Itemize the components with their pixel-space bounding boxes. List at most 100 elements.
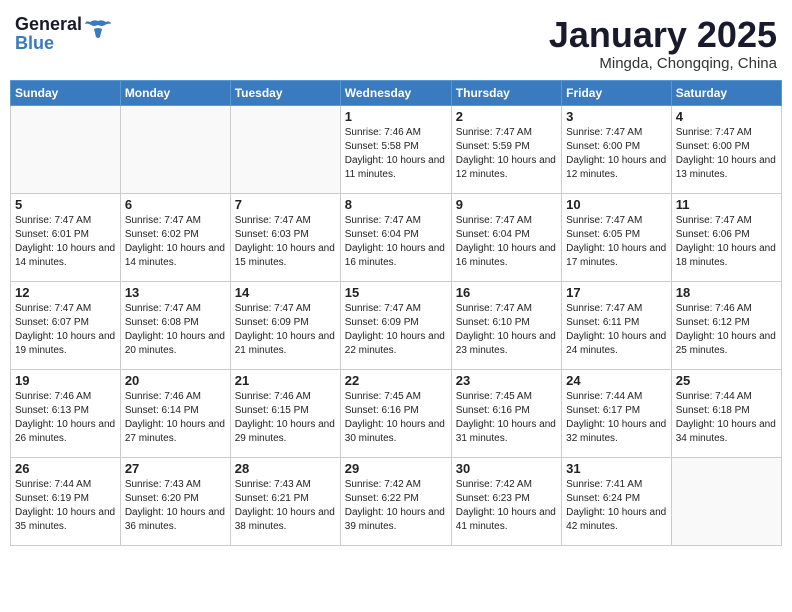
day-number: 22 xyxy=(345,373,447,388)
calendar-cell: 24Sunrise: 7:44 AM Sunset: 6:17 PM Dayli… xyxy=(562,369,672,457)
day-number: 10 xyxy=(566,197,667,212)
calendar-cell: 5 Sunrise: 7:47 AM Sunset: 6:01 PM Daylig… xyxy=(11,193,121,281)
title-block: January 2025 Mingda, Chongqing, China xyxy=(549,15,777,72)
day-info: Sunrise: 7:46 AM Sunset: 6:12 PM Dayligh… xyxy=(676,302,777,358)
calendar-cell: 15 Sunrise: 7:47 AM Sunset: 6:09 PM Dayli… xyxy=(340,281,451,369)
location-text: Mingda, Chongqing, China xyxy=(549,55,777,72)
day-info: Sunrise: 7:47 AM Sunset: 5:59 PM Dayligh… xyxy=(456,126,557,182)
day-info: Sunrise: 7:47 AM Sunset: 6:03 PM Dayligh… xyxy=(235,214,336,270)
weekday-header-row: SundayMondayTuesdayWednesdayThursdayFrid… xyxy=(11,80,782,105)
weekday-header-monday: Monday xyxy=(120,80,230,105)
day-info: Sunrise: 7:46 AM Sunset: 6:14 PM Dayligh… xyxy=(125,390,226,446)
day-info: Sunrise: 7:47 AM Sunset: 6:01 PM Dayligh… xyxy=(15,214,116,270)
day-info: Sunrise: 7:47 AM Sunset: 6:07 PM Dayligh… xyxy=(15,302,116,358)
day-number: 31 xyxy=(566,461,667,476)
day-number: 6 xyxy=(125,197,226,212)
day-info: Sunrise: 7:45 AM Sunset: 6:16 PM Dayligh… xyxy=(345,390,447,446)
calendar-cell: 31Sunrise: 7:41 AM Sunset: 6:24 PM Dayli… xyxy=(562,457,672,545)
calendar-cell: 23 Sunrise: 7:45 AM Sunset: 6:16 PM Dayli… xyxy=(451,369,561,457)
calendar-cell: 9 Sunrise: 7:47 AM Sunset: 6:04 PM Daylig… xyxy=(451,193,561,281)
day-number: 28 xyxy=(235,461,336,476)
day-info: Sunrise: 7:47 AM Sunset: 6:09 PM Dayligh… xyxy=(345,302,447,358)
day-number: 2 xyxy=(456,109,557,124)
day-number: 27 xyxy=(125,461,226,476)
day-info: Sunrise: 7:47 AM Sunset: 6:04 PM Dayligh… xyxy=(345,214,447,270)
day-info: Sunrise: 7:44 AM Sunset: 6:17 PM Dayligh… xyxy=(566,390,667,446)
day-number: 30 xyxy=(456,461,557,476)
calendar-cell: 16 Sunrise: 7:47 AM Sunset: 6:10 PM Dayli… xyxy=(451,281,561,369)
weekday-header-tuesday: Tuesday xyxy=(230,80,340,105)
day-info: Sunrise: 7:42 AM Sunset: 6:23 PM Dayligh… xyxy=(456,478,557,534)
calendar-cell xyxy=(120,105,230,193)
day-info: Sunrise: 7:47 AM Sunset: 6:06 PM Dayligh… xyxy=(676,214,777,270)
calendar-week-5: 26 Sunrise: 7:44 AM Sunset: 6:19 PM Dayli… xyxy=(11,457,782,545)
calendar-cell: 26 Sunrise: 7:44 AM Sunset: 6:19 PM Dayli… xyxy=(11,457,121,545)
day-info: Sunrise: 7:47 AM Sunset: 6:02 PM Dayligh… xyxy=(125,214,226,270)
day-number: 5 xyxy=(15,197,116,212)
weekday-header-thursday: Thursday xyxy=(451,80,561,105)
day-number: 19 xyxy=(15,373,116,388)
weekday-header-saturday: Saturday xyxy=(671,80,781,105)
calendar-cell: 19 Sunrise: 7:46 AM Sunset: 6:13 PM Dayli… xyxy=(11,369,121,457)
calendar-cell: 28Sunrise: 7:43 AM Sunset: 6:21 PM Dayli… xyxy=(230,457,340,545)
calendar-cell xyxy=(11,105,121,193)
day-info: Sunrise: 7:44 AM Sunset: 6:19 PM Dayligh… xyxy=(15,478,116,534)
day-info: Sunrise: 7:47 AM Sunset: 6:10 PM Dayligh… xyxy=(456,302,557,358)
calendar-cell: 2 Sunrise: 7:47 AM Sunset: 5:59 PM Daylig… xyxy=(451,105,561,193)
day-info: Sunrise: 7:44 AM Sunset: 6:18 PM Dayligh… xyxy=(676,390,777,446)
day-number: 18 xyxy=(676,285,777,300)
weekday-header-friday: Friday xyxy=(562,80,672,105)
page-header: General Blue January 2025 Mingda, Chongq… xyxy=(10,10,782,72)
calendar-week-1: 1Sunrise: 7:46 AM Sunset: 5:58 PM Daylig… xyxy=(11,105,782,193)
logo-blue-text: Blue xyxy=(15,34,82,53)
calendar-cell: 21 Sunrise: 7:46 AM Sunset: 6:15 PM Dayli… xyxy=(230,369,340,457)
day-info: Sunrise: 7:46 AM Sunset: 6:15 PM Dayligh… xyxy=(235,390,336,446)
calendar-table: SundayMondayTuesdayWednesdayThursdayFrid… xyxy=(10,80,782,546)
day-number: 23 xyxy=(456,373,557,388)
day-info: Sunrise: 7:43 AM Sunset: 6:20 PM Dayligh… xyxy=(125,478,226,534)
calendar-cell: 13 Sunrise: 7:47 AM Sunset: 6:08 PM Dayli… xyxy=(120,281,230,369)
logo: General Blue xyxy=(15,15,112,53)
calendar-cell: 12 Sunrise: 7:47 AM Sunset: 6:07 PM Dayli… xyxy=(11,281,121,369)
calendar-cell: 3Sunrise: 7:47 AM Sunset: 6:00 PM Daylig… xyxy=(562,105,672,193)
day-info: Sunrise: 7:47 AM Sunset: 6:08 PM Dayligh… xyxy=(125,302,226,358)
calendar-cell: 29 Sunrise: 7:42 AM Sunset: 6:22 PM Dayli… xyxy=(340,457,451,545)
day-info: Sunrise: 7:46 AM Sunset: 6:13 PM Dayligh… xyxy=(15,390,116,446)
calendar-cell xyxy=(671,457,781,545)
calendar-cell: 20 Sunrise: 7:46 AM Sunset: 6:14 PM Dayli… xyxy=(120,369,230,457)
day-number: 26 xyxy=(15,461,116,476)
day-number: 8 xyxy=(345,197,447,212)
day-info: Sunrise: 7:47 AM Sunset: 6:04 PM Dayligh… xyxy=(456,214,557,270)
calendar-cell: 14Sunrise: 7:47 AM Sunset: 6:09 PM Dayli… xyxy=(230,281,340,369)
day-number: 16 xyxy=(456,285,557,300)
day-number: 20 xyxy=(125,373,226,388)
calendar-cell: 11 Sunrise: 7:47 AM Sunset: 6:06 PM Dayli… xyxy=(671,193,781,281)
day-info: Sunrise: 7:47 AM Sunset: 6:00 PM Dayligh… xyxy=(566,126,667,182)
day-info: Sunrise: 7:47 AM Sunset: 6:00 PM Dayligh… xyxy=(676,126,777,182)
day-number: 21 xyxy=(235,373,336,388)
calendar-week-3: 12 Sunrise: 7:47 AM Sunset: 6:07 PM Dayli… xyxy=(11,281,782,369)
calendar-cell: 1Sunrise: 7:46 AM Sunset: 5:58 PM Daylig… xyxy=(340,105,451,193)
calendar-cell: 4Sunrise: 7:47 AM Sunset: 6:00 PM Daylig… xyxy=(671,105,781,193)
day-number: 12 xyxy=(15,285,116,300)
day-info: Sunrise: 7:42 AM Sunset: 6:22 PM Dayligh… xyxy=(345,478,447,534)
day-number: 11 xyxy=(676,197,777,212)
calendar-cell: 7 Sunrise: 7:47 AM Sunset: 6:03 PM Daylig… xyxy=(230,193,340,281)
calendar-cell: 22 Sunrise: 7:45 AM Sunset: 6:16 PM Dayli… xyxy=(340,369,451,457)
calendar-cell: 25Sunrise: 7:44 AM Sunset: 6:18 PM Dayli… xyxy=(671,369,781,457)
calendar-cell: 17 Sunrise: 7:47 AM Sunset: 6:11 PM Dayli… xyxy=(562,281,672,369)
day-info: Sunrise: 7:47 AM Sunset: 6:11 PM Dayligh… xyxy=(566,302,667,358)
calendar-cell: 27 Sunrise: 7:43 AM Sunset: 6:20 PM Dayli… xyxy=(120,457,230,545)
day-number: 13 xyxy=(125,285,226,300)
day-info: Sunrise: 7:46 AM Sunset: 5:58 PM Dayligh… xyxy=(345,126,447,182)
day-number: 7 xyxy=(235,197,336,212)
day-number: 29 xyxy=(345,461,447,476)
logo-bird-icon xyxy=(84,19,112,41)
day-number: 9 xyxy=(456,197,557,212)
calendar-cell: 30 Sunrise: 7:42 AM Sunset: 6:23 PM Dayli… xyxy=(451,457,561,545)
day-info: Sunrise: 7:45 AM Sunset: 6:16 PM Dayligh… xyxy=(456,390,557,446)
calendar-week-2: 5 Sunrise: 7:47 AM Sunset: 6:01 PM Daylig… xyxy=(11,193,782,281)
day-number: 15 xyxy=(345,285,447,300)
day-number: 17 xyxy=(566,285,667,300)
logo-general-text: General xyxy=(15,15,82,34)
